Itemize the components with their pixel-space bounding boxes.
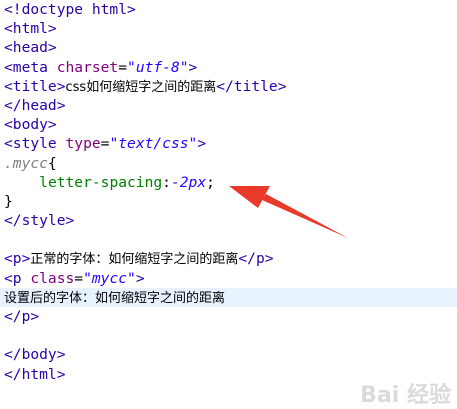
code-line-20: </html> xyxy=(4,365,457,384)
style-tag-close: > xyxy=(197,135,207,153)
meta-charset-value: "utf-8" xyxy=(127,58,189,76)
style-type-attr: type xyxy=(65,135,101,153)
code-line-3: <head> xyxy=(4,38,457,57)
head-close-tag: </head> xyxy=(4,96,66,114)
title-text: css如何缩短字之间的距离 xyxy=(65,79,217,95)
css-value: -2px xyxy=(170,173,207,191)
style-type-value: "text/css" xyxy=(109,135,198,153)
css-property: letter-spacing xyxy=(39,173,163,191)
styled-text: 设置后的字体：如何缩短字之间的距离 xyxy=(4,290,226,306)
code-line-19: </body> xyxy=(4,345,457,364)
code-line-8: <style type="text/css"> xyxy=(4,134,457,153)
css-indent xyxy=(4,174,39,191)
meta-tag-close: > xyxy=(188,58,198,76)
title-open-tag: <title> xyxy=(4,77,66,95)
meta-equals: = xyxy=(118,58,128,76)
code-line-17: </p> xyxy=(4,307,457,326)
p-class-open: <p xyxy=(4,269,31,287)
css-open-brace: { xyxy=(47,154,57,172)
css-semicolon: ; xyxy=(206,173,215,191)
code-line-1: <!doctype html> xyxy=(4,0,457,19)
normal-text: 正常的字体：如何缩短字之间的距离 xyxy=(30,252,239,268)
css-selector: .mycc xyxy=(4,154,48,172)
doctype-tag: <!doctype html> xyxy=(4,1,136,18)
p-class-equals: = xyxy=(74,269,84,287)
p-open-tag: <p> xyxy=(4,250,31,268)
meta-charset-attr: charset xyxy=(56,58,119,76)
watermark: Bai 经验 xyxy=(360,382,451,408)
p-close-tag: </p> xyxy=(238,250,274,268)
code-line-7: <body> xyxy=(4,115,457,134)
p-class-close: > xyxy=(135,269,145,287)
p-class-value: "mycc" xyxy=(83,269,136,287)
code-line-10: letter-spacing:-2px; xyxy=(4,173,457,192)
p-close-tag-2: </p> xyxy=(4,308,40,325)
code-line-15: <p class="mycc"> xyxy=(4,269,457,288)
code-line-16-current: 设置后的字体：如何缩短字之间的距离 xyxy=(0,287,457,307)
meta-tag-open: <meta xyxy=(4,58,57,76)
html-open-tag: <html> xyxy=(4,20,57,38)
style-close-tag: </style> xyxy=(4,212,75,230)
body-open-tag: <body> xyxy=(4,116,57,134)
css-close-brace: } xyxy=(4,192,13,210)
style-tag-open: <style xyxy=(4,135,66,153)
code-area[interactable]: <!doctype html> <html> <head> <meta char… xyxy=(0,0,457,384)
code-line-9: .mycc{ xyxy=(4,154,457,173)
css-colon: : xyxy=(162,173,171,191)
p-class-attr: class xyxy=(30,269,75,287)
code-line-12: </style> xyxy=(4,211,457,230)
title-close-tag: </title> xyxy=(216,77,287,95)
code-line-2: <html> xyxy=(4,19,457,38)
head-open-tag: <head> xyxy=(4,39,57,57)
code-line-11: } xyxy=(4,192,457,211)
code-line-14: <p>正常的字体：如何缩短字之间的距离</p> xyxy=(4,249,457,268)
code-line-5: <title>css如何缩短字之间的距离</title> xyxy=(4,77,457,96)
body-close-tag: </body> xyxy=(4,346,66,364)
html-close-tag: </html> xyxy=(4,365,66,383)
code-line-6: </head> xyxy=(4,96,457,115)
code-line-4: <meta charset="utf-8"> xyxy=(4,58,457,77)
code-editor[interactable]: <!doctype html> <html> <head> <meta char… xyxy=(0,0,457,409)
